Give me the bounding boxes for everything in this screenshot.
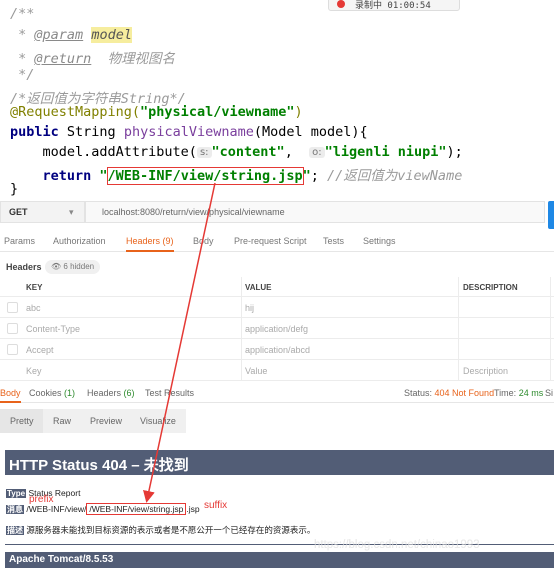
tab-body[interactable]: Body: [193, 236, 214, 246]
code-line-6: @RequestMapping("physical/viewname"): [10, 104, 303, 120]
view-visualize[interactable]: Visualize: [130, 409, 186, 433]
new-description-input[interactable]: Description: [463, 366, 508, 376]
eye-icon: 👁: [51, 262, 62, 271]
headers-bar: Headers 👁 6 hidden: [0, 260, 554, 274]
tab-pre-request-script[interactable]: Pre-request Script: [234, 236, 307, 246]
column-key: KEY: [26, 283, 43, 292]
table-header-row: KEY VALUE DESCRIPTION: [0, 277, 554, 297]
response-status: Status: 404 Not Found: [404, 388, 495, 398]
response-size: Si: [545, 388, 554, 398]
tab-headers[interactable]: Headers (9): [126, 236, 174, 252]
view-mode-bar: Pretty Raw Preview Visualize: [0, 409, 554, 433]
row-value[interactable]: application/defg: [245, 324, 308, 334]
column-description: DESCRIPTION: [463, 283, 518, 292]
hidden-headers-toggle[interactable]: 👁 6 hidden: [45, 260, 101, 274]
code-line-2: * @param model: [10, 27, 132, 43]
description-line: 描述 源服务器未能找到目标资源的表示或者是不愿公开一个已经存在的资源表示。: [6, 525, 316, 535]
send-button[interactable]: [548, 201, 554, 229]
row-checkbox[interactable]: [7, 323, 18, 334]
response-tab-headers[interactable]: Headers (6): [87, 388, 135, 398]
tab-authorization[interactable]: Authorization: [53, 236, 106, 246]
headers-table: KEY VALUE DESCRIPTION abc hij Content-Ty…: [0, 277, 554, 381]
message-line: 消息 /WEB-INF/view//WEB-INF/view/string.js…: [6, 503, 200, 515]
table-row-placeholder: Key Value Description: [0, 360, 554, 381]
response-tab-cookies[interactable]: Cookies (1): [29, 388, 75, 398]
param-hint-o: o:: [309, 147, 325, 158]
record-dot-icon: [337, 0, 345, 8]
new-key-input[interactable]: Key: [26, 366, 42, 376]
view-pretty[interactable]: Pretty: [0, 409, 44, 433]
request-bar: GET ▾ localhost:8080/return/view/physica…: [0, 201, 554, 229]
return-tag: @return: [34, 51, 92, 67]
row-checkbox[interactable]: [7, 344, 18, 355]
table-row: abc hij: [0, 297, 554, 318]
code-line-3: * @return 物理视图名: [10, 51, 176, 67]
code-line-10: }: [10, 181, 19, 197]
code-line-7: public String physicalViewname(Model mod…: [10, 124, 368, 140]
row-value[interactable]: application/abcd: [245, 345, 310, 355]
param-model: model: [91, 27, 132, 43]
row-checkbox[interactable]: [7, 302, 18, 313]
suffix-annotation: suffix: [204, 500, 228, 511]
response-tab-test-results[interactable]: Test Results: [145, 388, 194, 398]
response-bar: Body Cookies (1) Headers (6) Test Result…: [0, 383, 554, 403]
code-editor: 录制中 01:00:54 /** * @param model * @retur…: [0, 0, 554, 197]
view-preview[interactable]: Preview: [80, 409, 133, 433]
prefix-annotation: prefix: [29, 494, 54, 505]
code-line-9: return "/WEB-INF/view/string.jsp"; //返回值…: [10, 167, 463, 185]
code-line-1: /**: [10, 6, 35, 22]
method-select[interactable]: GET ▾: [0, 201, 85, 223]
response-time: Time: 24 ms: [494, 388, 544, 398]
return-path-highlight: /WEB-INF/view/string.jsp: [106, 167, 304, 185]
table-row: Content-Type application/defg: [0, 318, 554, 339]
recording-label: 录制中 01:00:54: [355, 1, 431, 11]
chevron-down-icon: ▾: [69, 207, 74, 217]
code-line-4: */: [10, 67, 35, 83]
row-key[interactable]: Accept: [26, 345, 54, 355]
tab-tests[interactable]: Tests: [323, 236, 344, 246]
code-line-8: model.addAttribute(s: "content", o: "ligen…: [10, 144, 463, 160]
new-value-input[interactable]: Value: [245, 366, 267, 376]
param-hint-s: s:: [196, 147, 212, 158]
recording-indicator: 录制中 01:00:54: [328, 0, 460, 11]
watermark: https://blog.csdn.net/chinao1993: [314, 539, 480, 551]
column-value: VALUE: [245, 283, 272, 292]
url-input[interactable]: localhost:8080/return/view/physical/view…: [85, 201, 545, 223]
row-value[interactable]: hij: [245, 303, 254, 313]
tab-params[interactable]: Params: [4, 236, 35, 246]
message-path-highlight: /WEB-INF/view/string.jsp: [86, 503, 187, 515]
table-row: Accept application/abcd: [0, 339, 554, 360]
headers-label: Headers: [6, 262, 42, 272]
tomcat-footer: Apache Tomcat/8.5.53: [5, 552, 554, 568]
tab-settings[interactable]: Settings: [363, 236, 396, 246]
row-key[interactable]: abc: [26, 303, 41, 313]
view-raw[interactable]: Raw: [43, 409, 82, 433]
error-title: HTTP Status 404 – 未找到: [5, 450, 554, 475]
response-tab-body[interactable]: Body: [0, 388, 21, 403]
param-tag: @param: [34, 27, 84, 43]
request-tabs: Params Authorization Headers (9) Body Pr…: [0, 230, 554, 252]
row-key[interactable]: Content-Type: [26, 324, 80, 334]
